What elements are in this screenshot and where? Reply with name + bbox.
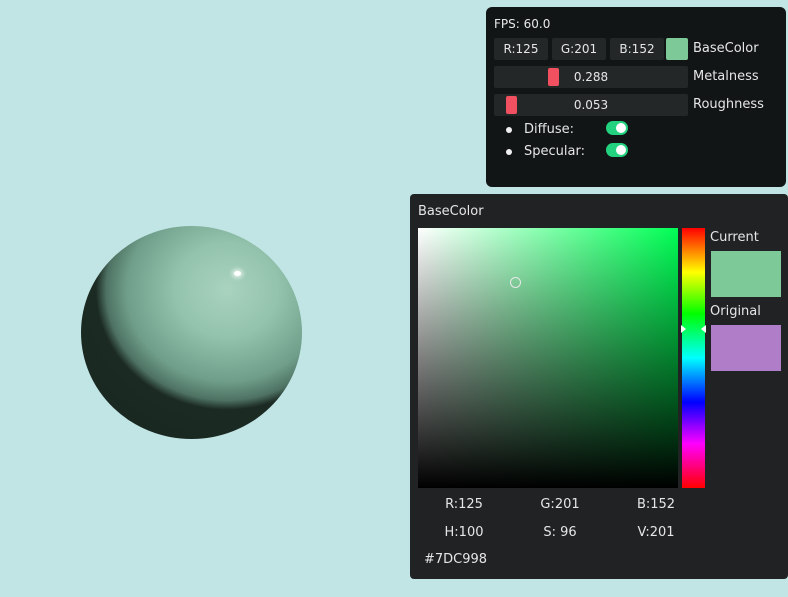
base-color-g-field[interactable]: G:201 bbox=[552, 38, 606, 60]
metalness-slider[interactable]: 0.288 bbox=[494, 66, 688, 88]
fps-counter: FPS: 60.0 bbox=[494, 17, 551, 31]
roughness-value: 0.053 bbox=[573, 98, 609, 112]
rendered-sphere bbox=[81, 226, 302, 439]
current-color-label: Current bbox=[710, 230, 759, 245]
color-picker-title: BaseColor bbox=[418, 204, 484, 219]
metalness-slider-handle[interactable] bbox=[548, 68, 559, 86]
metalness-value: 0.288 bbox=[573, 70, 609, 84]
picker-v-value[interactable]: V:201 bbox=[608, 525, 704, 540]
roughness-label: Roughness bbox=[693, 97, 764, 112]
original-color-swatch[interactable] bbox=[711, 325, 781, 371]
hue-arrow-left-icon bbox=[681, 325, 686, 333]
roughness-slider-handle[interactable] bbox=[506, 96, 517, 114]
specular-toggle[interactable] bbox=[606, 143, 628, 157]
metalness-label: Metalness bbox=[693, 69, 759, 84]
controls-panel: FPS: 60.0 R:125 G:201 B:152 BaseColor 0.… bbox=[486, 7, 786, 187]
specular-bullet-icon bbox=[506, 149, 512, 155]
hue-arrow-right-icon bbox=[701, 325, 706, 333]
specular-label: Specular: bbox=[524, 144, 585, 159]
color-picker-panel: BaseColor Current Original R:125 G:201 B… bbox=[410, 194, 788, 579]
picker-hex-value[interactable]: #7DC998 bbox=[424, 552, 487, 567]
current-color-swatch bbox=[711, 251, 781, 297]
saturation-value-area[interactable] bbox=[418, 228, 678, 488]
picker-b-value[interactable]: B:152 bbox=[608, 497, 704, 512]
roughness-slider[interactable]: 0.053 bbox=[494, 94, 688, 116]
hue-slider[interactable] bbox=[682, 228, 705, 488]
picker-h-value[interactable]: H:100 bbox=[416, 525, 512, 540]
base-color-label: BaseColor bbox=[693, 41, 759, 56]
picker-g-value[interactable]: G:201 bbox=[512, 497, 608, 512]
specular-highlight bbox=[234, 271, 241, 276]
base-color-swatch[interactable] bbox=[666, 38, 688, 60]
diffuse-toggle[interactable] bbox=[606, 121, 628, 135]
color-cursor-icon[interactable] bbox=[510, 277, 521, 288]
diffuse-label: Diffuse: bbox=[524, 122, 574, 137]
base-color-r-field[interactable]: R:125 bbox=[494, 38, 548, 60]
original-color-label: Original bbox=[710, 304, 761, 319]
diffuse-bullet-icon bbox=[506, 127, 512, 133]
picker-r-value[interactable]: R:125 bbox=[416, 497, 512, 512]
base-color-b-field[interactable]: B:152 bbox=[610, 38, 664, 60]
picker-s-value[interactable]: S: 96 bbox=[512, 525, 608, 540]
